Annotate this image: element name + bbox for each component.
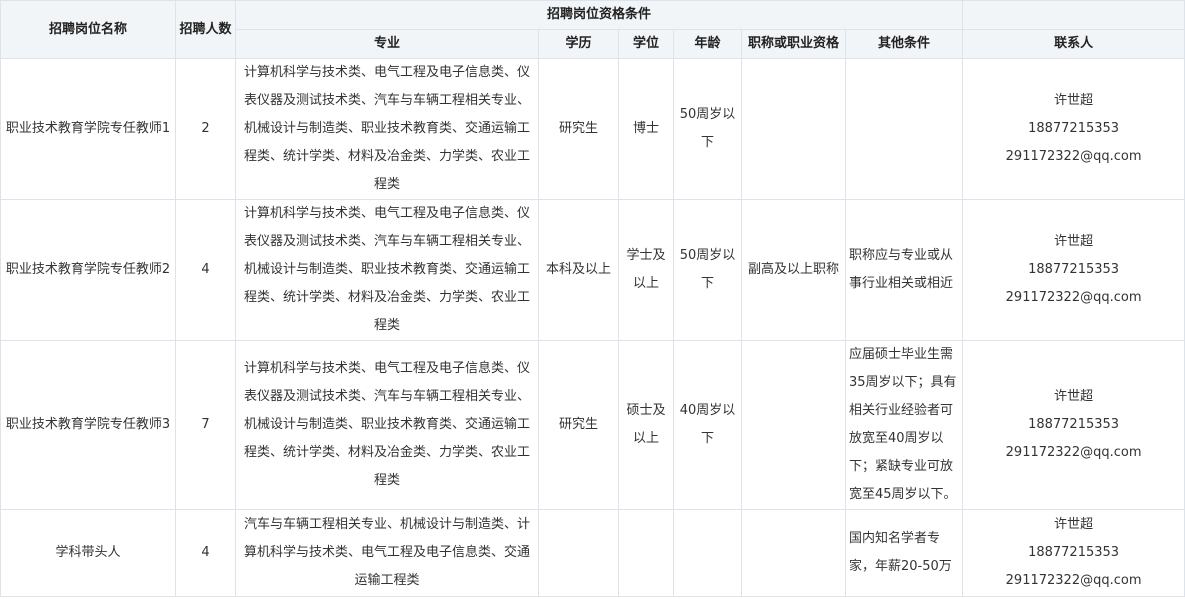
major-cell: 汽车与车辆工程相关专业、机械设计与制造类、计算机科学与技术类、电气工程及电子信息… [235, 509, 539, 597]
header-age: 年龄 [673, 29, 742, 59]
count-cell: 4 [175, 199, 236, 341]
title-cell [741, 340, 846, 510]
degree-cell: 学士及以上 [618, 199, 674, 341]
contact-email: 291172322@qq.com [1005, 573, 1142, 588]
contact-cell: 许世超 18877215353 291172322@qq.com [962, 509, 1185, 597]
header-education: 学历 [538, 29, 619, 59]
contact-name: 许世超 [1054, 389, 1094, 404]
contact-cell: 许世超 18877215353 291172322@qq.com [962, 199, 1185, 341]
contact-phone: 18877215353 [1028, 417, 1120, 432]
major-cell: 计算机科学与技术类、电气工程及电子信息类、仪表仪器及测试技术类、汽车与车辆工程相… [235, 199, 539, 341]
major-cell: 计算机科学与技术类、电气工程及电子信息类、仪表仪器及测试技术类、汽车与车辆工程相… [235, 340, 539, 510]
title-cell: 副高及以上职称 [741, 199, 846, 341]
header-count: 招聘人数 [175, 0, 236, 59]
age-cell: 40周岁以下 [673, 340, 742, 510]
degree-cell [618, 509, 674, 597]
contact-phone: 18877215353 [1028, 262, 1120, 277]
contact-phone: 18877215353 [1028, 545, 1120, 560]
header-other: 其他条件 [844, 29, 964, 59]
age-cell: 50周岁以下 [673, 199, 742, 341]
major-cell: 计算机科学与技术类、电气工程及电子信息类、仪表仪器及测试技术类、汽车与车辆工程相… [235, 58, 539, 200]
title-cell [741, 509, 846, 597]
header-contact: 联系人 [962, 29, 1185, 59]
contact-name: 许世超 [1054, 234, 1094, 249]
contact-email: 291172322@qq.com [1005, 290, 1142, 305]
table-row: 学科带头人 4 汽车与车辆工程相关专业、机械设计与制造类、计算机科学与技术类、电… [0, 509, 1185, 597]
contact-phone: 18877215353 [1028, 121, 1120, 136]
table-row: 职业技术教育学院专任教师3 7 计算机科学与技术类、电气工程及电子信息类、仪表仪… [0, 340, 1185, 510]
education-cell: 研究生 [538, 340, 619, 510]
header-position-name: 招聘岗位名称 [0, 0, 176, 59]
contact-cell: 许世超 18877215353 291172322@qq.com [962, 58, 1185, 200]
header-qualifications-group: 招聘岗位资格条件 [234, 0, 964, 30]
position-name-cell: 职业技术教育学院专任教师1 [0, 58, 176, 200]
age-cell: 50周岁以下 [673, 58, 742, 200]
education-cell: 研究生 [538, 58, 619, 200]
header-major: 专业 [235, 29, 539, 59]
degree-cell: 博士 [618, 58, 674, 200]
contact-cell: 许世超 18877215353 291172322@qq.com [962, 340, 1185, 510]
position-name-cell: 职业技术教育学院专任教师2 [0, 199, 176, 341]
position-name-cell: 职业技术教育学院专任教师3 [0, 340, 176, 510]
header-title: 职称或职业资格 [741, 29, 846, 59]
other-cell: 国内知名学者专家，年薪20-50万 [844, 509, 964, 597]
count-cell: 2 [175, 58, 236, 200]
header-degree: 学位 [618, 29, 674, 59]
other-cell: 职称应与专业或从事行业相关或相近 [844, 199, 964, 341]
age-cell [673, 509, 742, 597]
count-cell: 7 [175, 340, 236, 510]
recruitment-table: 招聘岗位名称 招聘人数 招聘岗位资格条件 专业 学历 学位 年龄 职称或职业资格… [0, 0, 1185, 597]
contact-email: 291172322@qq.com [1005, 445, 1142, 460]
education-cell [538, 509, 619, 597]
header-contact-group [962, 0, 1185, 30]
education-cell: 本科及以上 [538, 199, 619, 341]
other-cell [844, 58, 964, 200]
position-name-cell: 学科带头人 [0, 509, 176, 597]
table-row: 职业技术教育学院专任教师2 4 计算机科学与技术类、电气工程及电子信息类、仪表仪… [0, 199, 1185, 341]
table-row: 职业技术教育学院专任教师1 2 计算机科学与技术类、电气工程及电子信息类、仪表仪… [0, 58, 1185, 200]
contact-name: 许世超 [1054, 517, 1094, 532]
contact-name: 许世超 [1054, 93, 1094, 108]
count-cell: 4 [175, 509, 236, 597]
degree-cell: 硕士及以上 [618, 340, 674, 510]
contact-email: 291172322@qq.com [1005, 149, 1142, 164]
other-cell: 应届硕士毕业生需35周岁以下；具有相关行业经验者可放宽至40周岁以下；紧缺专业可… [844, 340, 964, 510]
title-cell [741, 58, 846, 200]
